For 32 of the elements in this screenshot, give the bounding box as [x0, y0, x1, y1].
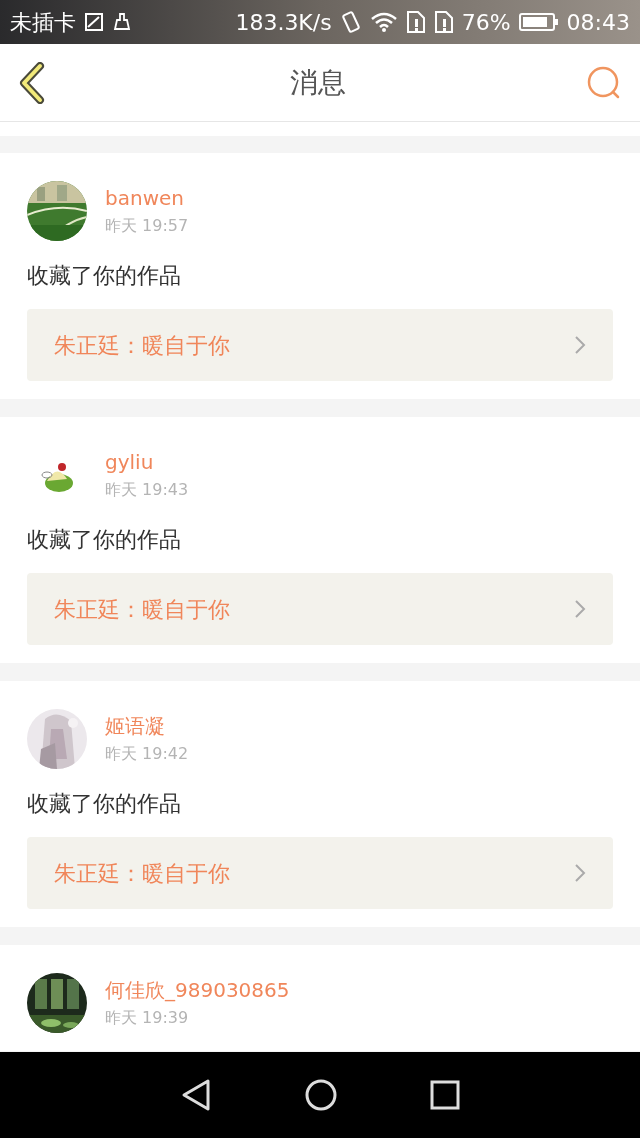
timestamp: 昨天 19:43: [105, 479, 189, 501]
sim-card-icon: [405, 10, 426, 34]
clock-text: 08:43: [566, 8, 630, 37]
chevron-right-icon: [574, 335, 586, 355]
broom-icon: [112, 12, 132, 32]
recents-nav-icon[interactable]: [430, 1080, 460, 1110]
timestamp: 昨天 19:57: [105, 215, 189, 237]
battery-icon: [518, 12, 559, 32]
message-text: 收藏了你的作品: [27, 262, 182, 290]
chevron-right-icon: [574, 863, 586, 883]
wifi-icon: [369, 11, 398, 33]
work-link[interactable]: 朱正廷：暖自于你: [27, 837, 613, 909]
image-icon: [84, 12, 104, 32]
username-link[interactable]: 姬语凝: [105, 713, 189, 739]
vibrate-icon: [339, 10, 362, 34]
message-text: 收藏了你的作品: [27, 790, 182, 818]
work-link[interactable]: 朱正廷：暖自于你: [27, 309, 613, 381]
page-title: 消息: [290, 64, 346, 101]
work-link[interactable]: 朱正廷：暖自于你: [27, 573, 613, 645]
battery-percent-text: 76%: [461, 8, 511, 37]
timestamp: 昨天 19:39: [105, 1007, 190, 1029]
carrier-text: 未插卡: [10, 8, 76, 37]
network-speed-text: 183.3K/s: [235, 8, 332, 37]
message-text: 收藏了你的作品: [27, 526, 182, 554]
home-nav-icon[interactable]: [304, 1078, 338, 1112]
username-link[interactable]: 何佳欣_989030865: [105, 977, 290, 1003]
back-nav-icon[interactable]: [180, 1078, 212, 1112]
sim-card-icon: [433, 10, 454, 34]
timestamp: 昨天 19:42: [105, 743, 189, 765]
username-link[interactable]: gyliu: [105, 449, 189, 475]
username-link[interactable]: banwen: [105, 185, 189, 211]
chevron-right-icon: [574, 599, 586, 619]
